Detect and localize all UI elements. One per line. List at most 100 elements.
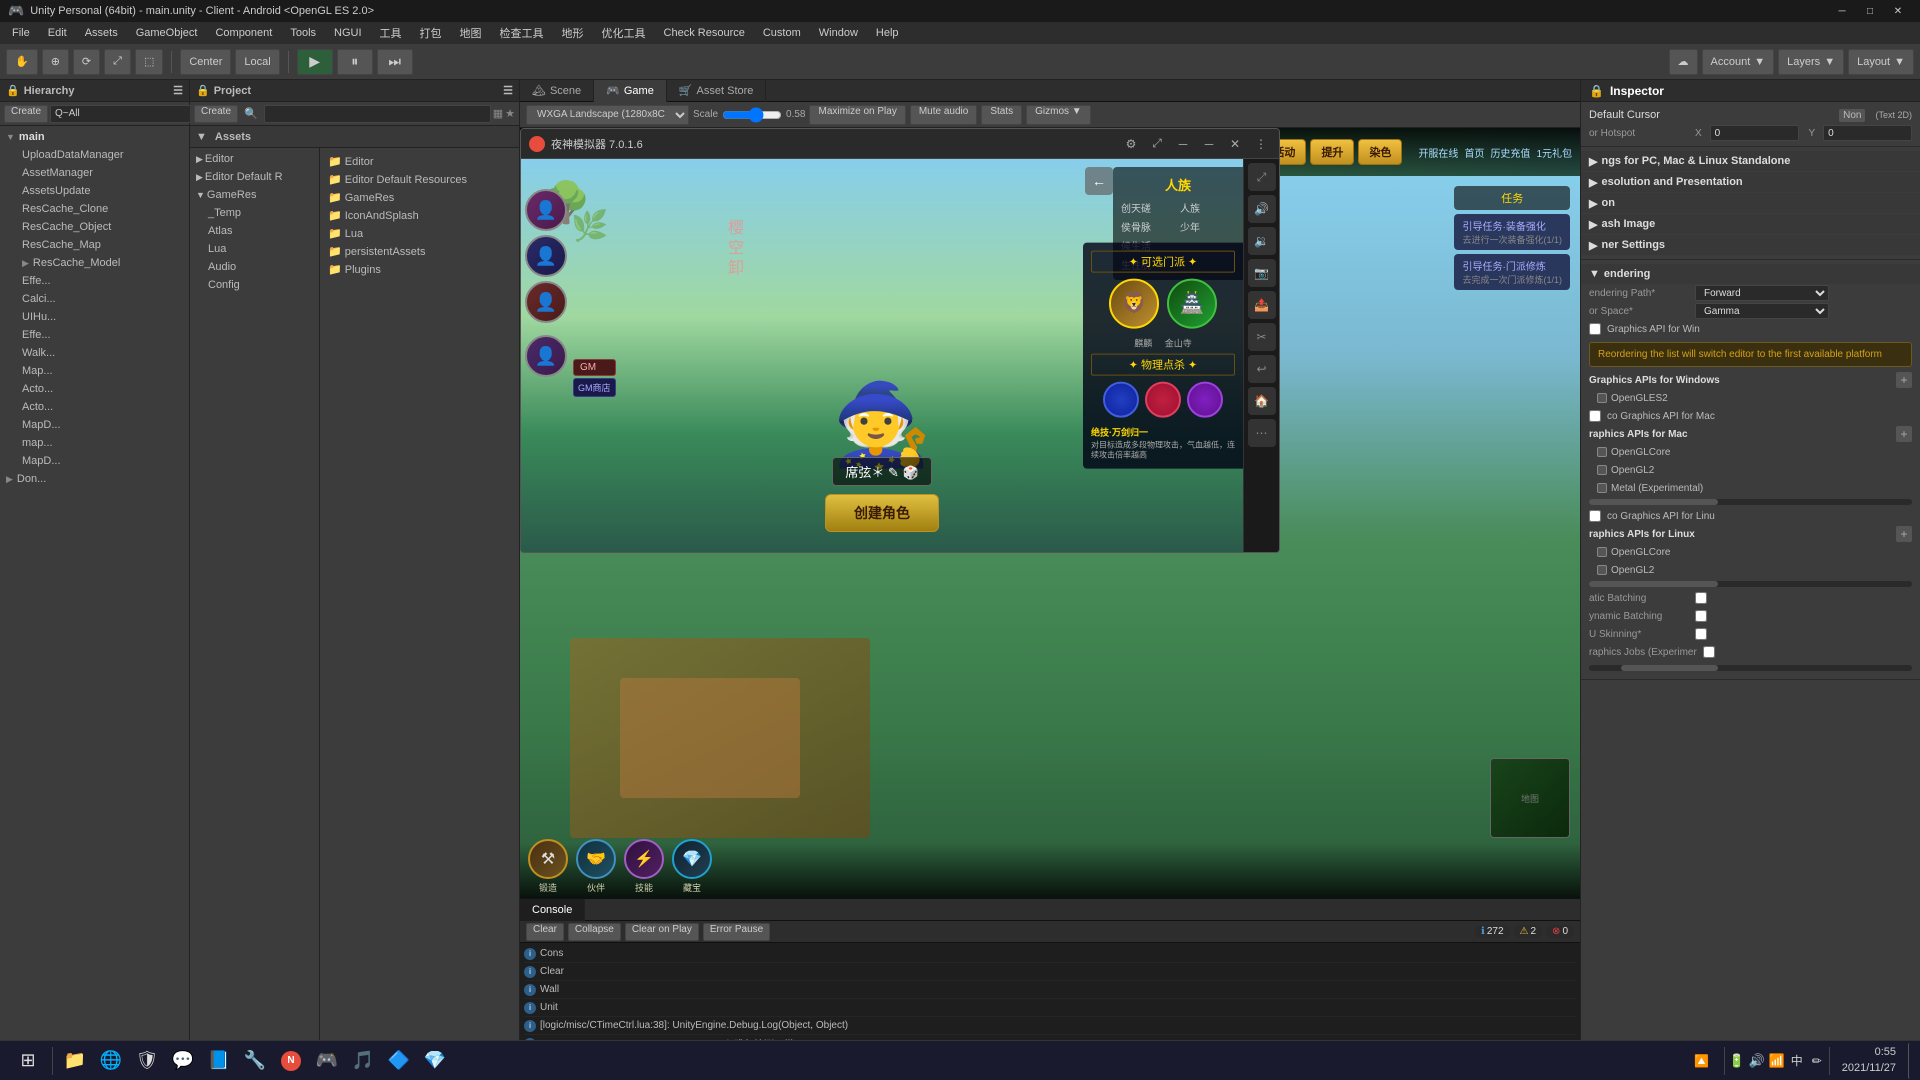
hierarchy-menu-icon[interactable]: ☰ (173, 84, 183, 97)
taskbar-app2[interactable]: 🔧 (237, 1043, 273, 1079)
tree-item[interactable]: AssetManager (2, 164, 187, 182)
gpu-skinning-checkbox[interactable] (1695, 628, 1707, 640)
taskbar-app1[interactable]: 📘 (201, 1043, 237, 1079)
maximize-button[interactable]: □ (1856, 0, 1884, 22)
console-clear-btn[interactable]: Clear (526, 923, 564, 941)
tree-item[interactable]: Calci... (2, 290, 187, 308)
log-line[interactable]: i Wall (524, 981, 1576, 999)
tray-icon-edit[interactable]: ✏ (1809, 1053, 1825, 1069)
stats-btn[interactable]: Stats (981, 105, 1022, 125)
companion-btn[interactable]: 🤝 伙伴 (576, 839, 616, 894)
taskbar-nox[interactable]: N (273, 1043, 309, 1079)
tab-console[interactable]: Console (520, 899, 585, 921)
cloud-button[interactable]: ☁ (1669, 49, 1698, 75)
menu-custom[interactable]: Custom (755, 25, 809, 41)
menu-edit[interactable]: Edit (40, 25, 75, 41)
mac-api-item-1[interactable]: OpenGLCore (1581, 443, 1920, 461)
gpu-windows-checkbox[interactable] (1589, 323, 1601, 335)
layout-dropdown[interactable]: Layout ▼ (1848, 49, 1914, 75)
game-enhance-btn[interactable]: 提升 (1310, 139, 1354, 165)
tree-item[interactable]: UploadDataManager (2, 146, 187, 164)
folder-item[interactable]: Lua (192, 240, 317, 258)
menu-check-resource[interactable]: Check Resource (656, 25, 753, 41)
asset-item[interactable]: 📁 GameRes (324, 188, 515, 206)
skill-1[interactable] (1103, 381, 1139, 417)
folder-item[interactable]: Audio (192, 258, 317, 276)
center-toggle[interactable]: Center (180, 49, 231, 75)
gizmos-btn[interactable]: Gizmos ▼ (1026, 105, 1091, 125)
nox-home-btn[interactable]: 🏠 (1248, 387, 1276, 415)
section-on-header[interactable]: ▶ on (1581, 193, 1920, 213)
tree-item[interactable]: ▶ ResCache_Model (2, 254, 187, 272)
forge-btn[interactable]: ⚒ 锻造 (528, 839, 568, 894)
portrait-4[interactable]: 👤 (525, 335, 567, 377)
asset-item[interactable]: 📁 Editor (324, 152, 515, 170)
static-batching-checkbox[interactable] (1695, 592, 1707, 604)
skill-3[interactable] (1187, 381, 1223, 417)
menu-tools[interactable]: Tools (282, 25, 324, 41)
step-button[interactable]: ⏭ (377, 49, 413, 75)
skill-2[interactable] (1145, 381, 1181, 417)
mac-api-item-2[interactable]: OpenGL2 (1581, 461, 1920, 479)
account-dropdown[interactable]: Account ▼ (1702, 49, 1775, 75)
hierarchy-create-btn[interactable]: Create (4, 105, 48, 123)
tool-rect[interactable]: ⬚ (135, 49, 163, 75)
layers-dropdown[interactable]: Layers ▼ (1778, 49, 1844, 75)
asset-item[interactable]: 📁 Lua (324, 224, 515, 242)
tray-expand-btn[interactable]: 🔼 (1684, 1043, 1720, 1079)
nox-settings-btn[interactable]: ⚙ (1121, 134, 1141, 154)
nox-cut-btn[interactable]: ✂ (1248, 323, 1276, 351)
folder-item[interactable]: ▶Editor Default R (192, 168, 317, 186)
close-button[interactable]: ✕ (1884, 0, 1912, 22)
taskbar-app4[interactable]: 🔷 (381, 1043, 417, 1079)
nox-volume-up-btn[interactable]: 🔊 (1248, 195, 1276, 223)
faction-qilin[interactable]: 🦁 (1109, 278, 1159, 328)
folder-item[interactable]: ▼GameRes (192, 186, 317, 204)
section-resolution-header[interactable]: ▶ esolution and Presentation (1581, 172, 1920, 192)
folder-item[interactable]: Atlas (192, 222, 317, 240)
tool-move[interactable]: ⊕ (42, 49, 69, 75)
menu-window[interactable]: Window (811, 25, 866, 41)
menu-optimize[interactable]: 优化工具 (594, 23, 654, 43)
tree-item[interactable]: ▶ Don... (2, 470, 187, 488)
tree-item[interactable]: Walk... (2, 344, 187, 362)
menu-terrain[interactable]: 地形 (554, 23, 592, 43)
taskbar-wechat[interactable]: 💬 (165, 1043, 201, 1079)
taskbar-app3[interactable]: 🎵 (345, 1043, 381, 1079)
folder-item[interactable]: _Temp (192, 204, 317, 222)
taskbar-unity[interactable]: 🎮 (309, 1043, 345, 1079)
scale-slider[interactable] (722, 108, 782, 122)
tab-asset-store[interactable]: 🛒Asset Store (667, 80, 767, 102)
project-menu-icon[interactable]: ☰ (503, 84, 513, 97)
nox-minimize-btn[interactable]: ─ (1199, 134, 1219, 154)
resolution-dropdown[interactable]: WXGA Landscape (1280x8C (526, 105, 689, 125)
log-line[interactable]: i Cons (524, 945, 1576, 963)
taskbar-shield[interactable]: 🛡 (129, 1043, 165, 1079)
tree-item[interactable]: ResCache_Clone (2, 200, 187, 218)
nox-more-btn[interactable]: ⋯ (1248, 419, 1276, 447)
tray-icon-3[interactable]: 📶 (1769, 1053, 1785, 1069)
log-line[interactable]: i Clear (524, 963, 1576, 981)
portrait-1[interactable]: 👤 (525, 189, 567, 231)
asset-item[interactable]: 📁 IconAndSplash (324, 206, 515, 224)
log-line[interactable]: i [logic/misc/CTimeCtrl.lua:38]: UnityEn… (524, 1017, 1576, 1035)
nox-fullscreen-btn[interactable]: ⤢ (1147, 134, 1167, 154)
nox-share-btn[interactable]: 📤 (1248, 291, 1276, 319)
menu-component[interactable]: Component (207, 25, 280, 41)
game-color-btn[interactable]: 染色 (1358, 139, 1402, 165)
tree-item[interactable]: Map... (2, 362, 187, 380)
taskbar-file-explorer[interactable]: 📁 (57, 1043, 93, 1079)
mac-api-item-3[interactable]: Metal (Experimental) (1581, 479, 1920, 497)
project-search-input[interactable] (264, 105, 491, 123)
tab-game[interactable]: 🎮Game (594, 80, 667, 102)
back-button[interactable]: ← (1085, 167, 1113, 195)
tree-item[interactable]: ResCache_Object (2, 218, 187, 236)
section-splash-header[interactable]: ▶ ash Image (1581, 214, 1920, 234)
tool-rotate[interactable]: ⟳ (73, 49, 100, 75)
pause-button[interactable]: ⏸ (337, 49, 373, 75)
linux-api-item-1[interactable]: OpenGLCore (1581, 543, 1920, 561)
tree-item[interactable]: ▼ main (2, 128, 187, 146)
mac-api-add-btn[interactable]: + (1896, 426, 1912, 442)
y-input[interactable] (1823, 125, 1912, 141)
menu-map[interactable]: 地图 (452, 23, 490, 43)
